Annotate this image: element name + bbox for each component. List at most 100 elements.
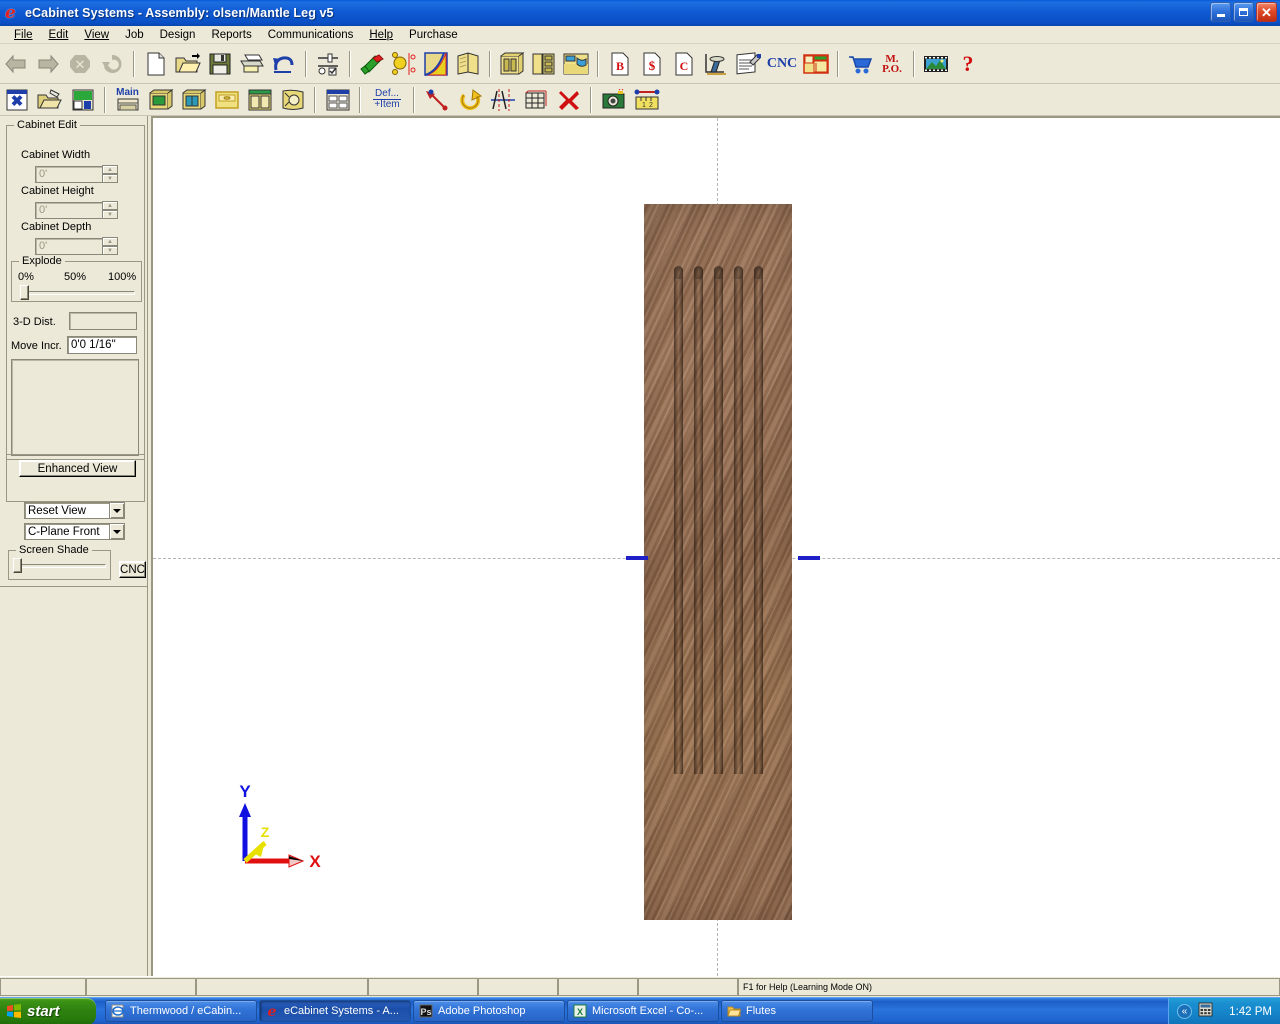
shopping-cart-icon[interactable] [845, 49, 875, 79]
spin-down-icon[interactable]: ▼ [102, 246, 118, 255]
notes-icon[interactable] [733, 49, 763, 79]
cabinet-height-stepper[interactable]: 0' ▲ ▼ [35, 201, 118, 219]
array-grid-icon[interactable] [520, 86, 551, 114]
cost-report-icon[interactable]: $ [637, 49, 667, 79]
cabinet-book-icon[interactable] [453, 49, 483, 79]
cnc-button[interactable]: CNC [119, 561, 146, 578]
refresh-icon[interactable] [97, 49, 127, 79]
countertop-icon[interactable] [561, 49, 591, 79]
print-icon[interactable] [237, 49, 267, 79]
model-viewport[interactable]: Y X Z [151, 116, 1280, 976]
menu-design[interactable]: Design [152, 28, 204, 42]
save-floppy-icon[interactable] [205, 49, 235, 79]
show-hidden-icons-button[interactable]: « [1177, 1004, 1192, 1019]
cabinet-height-spin-buttons[interactable]: ▲ ▼ [102, 201, 118, 219]
mantle-leg-model[interactable] [644, 204, 792, 920]
chevron-down-icon[interactable] [109, 524, 124, 539]
add-cabinet-icon[interactable] [178, 86, 209, 114]
explode-group: Explode 0% 50% 100% [11, 255, 142, 302]
forward-arrow-icon[interactable] [33, 49, 63, 79]
close-button[interactable]: ✕ [1256, 2, 1277, 22]
taskbar-item-ecabinet[interactable]: e eCabinet Systems - A... [259, 1000, 411, 1022]
enhanced-view-button[interactable]: Enhanced View [19, 460, 136, 477]
add-drawer-icon[interactable] [211, 86, 242, 114]
screen-shade-thumb[interactable] [13, 558, 22, 573]
spin-down-icon[interactable]: ▼ [102, 210, 118, 219]
spin-up-icon[interactable]: ▲ [102, 165, 118, 174]
nesting-icon[interactable] [801, 49, 831, 79]
taskbar-item-flutes[interactable]: Flutes [721, 1000, 873, 1022]
dimension-ruler-icon[interactable]: 12 [631, 86, 662, 114]
mirror-icon[interactable] [487, 86, 518, 114]
cabinet-box-icon[interactable] [497, 49, 527, 79]
camera-icon[interactable] [598, 86, 629, 114]
new-assembly-icon[interactable]: ✖ [1, 86, 32, 114]
materials-icon[interactable] [357, 49, 387, 79]
default-item-icon[interactable]: Def... +Item [367, 86, 407, 114]
menu-view[interactable]: View [76, 28, 117, 42]
add-box-icon[interactable] [145, 86, 176, 114]
delete-x-icon[interactable] [553, 86, 584, 114]
customer-report-icon[interactable]: C [669, 49, 699, 79]
save-assembly-icon[interactable] [67, 86, 98, 114]
move-incr-input[interactable]: 0'0 1/16" [67, 336, 137, 354]
menu-reports[interactable]: Reports [203, 28, 259, 42]
back-arrow-icon[interactable] [1, 49, 31, 79]
render-film-icon[interactable] [921, 49, 951, 79]
taskbar-item-thermwood[interactable]: Thermwood / eCabin... [105, 1000, 257, 1022]
menu-job[interactable]: Job [117, 28, 152, 42]
c-plane-dropdown[interactable]: C-Plane Front [24, 523, 125, 540]
cabinet-width-input[interactable]: 0' [35, 165, 102, 183]
cabinet-width-spin-buttons[interactable]: ▲ ▼ [102, 165, 118, 183]
selection-handle-left[interactable] [626, 556, 648, 560]
spin-down-icon[interactable]: ▼ [102, 174, 118, 183]
reset-view-dropdown[interactable]: Reset View [24, 502, 125, 519]
explode-slider-thumb[interactable] [20, 285, 29, 300]
spin-up-icon[interactable]: ▲ [102, 201, 118, 210]
menu-purchase[interactable]: Purchase [401, 28, 466, 42]
parts-list-icon[interactable] [322, 86, 353, 114]
spin-up-icon[interactable]: ▲ [102, 237, 118, 246]
stop-icon[interactable]: ✕ [65, 49, 95, 79]
chevron-down-icon[interactable] [109, 503, 124, 518]
menu-communications[interactable]: Communications [260, 28, 362, 42]
bid-report-icon[interactable]: B [605, 49, 635, 79]
add-shape-icon[interactable] [277, 86, 308, 114]
cabinet-depth-stepper[interactable]: 0' ▲ ▼ [35, 237, 118, 255]
add-door-icon[interactable] [244, 86, 275, 114]
menu-help[interactable]: Help [361, 28, 401, 42]
maximize-button[interactable] [1233, 2, 1254, 22]
taskbar-item-photoshop[interactable]: Ps Adobe Photoshop [413, 1000, 565, 1022]
help-icon[interactable]: ? [953, 49, 983, 79]
assembly-listbox[interactable] [11, 359, 139, 456]
purchase-order-icon[interactable]: M. P.O. [877, 49, 907, 79]
cabinet-depth-spin-buttons[interactable]: ▲ ▼ [102, 237, 118, 255]
selection-handle-right[interactable] [798, 556, 820, 560]
open-assembly-icon[interactable] [34, 86, 65, 114]
axis-gizmo: Y X Z [231, 782, 331, 883]
screen-shade-track[interactable] [14, 564, 106, 568]
cabinet-height-input[interactable]: 0' [35, 201, 102, 219]
minimize-button[interactable] [1210, 2, 1231, 22]
explode-slider-track[interactable] [20, 291, 135, 295]
taskbar-clock[interactable]: 1:42 PM [1229, 1006, 1272, 1018]
menu-edit[interactable]: Edit [41, 28, 77, 42]
molding-profile-icon[interactable] [421, 49, 451, 79]
cabinet-tall-icon[interactable] [529, 49, 559, 79]
start-button[interactable]: start [0, 997, 96, 1024]
settings-sliders-icon[interactable] [313, 49, 343, 79]
move-point-icon[interactable] [421, 86, 452, 114]
hardware-icon[interactable] [389, 49, 419, 79]
measure-icon[interactable] [701, 49, 731, 79]
cnc-icon[interactable]: CNC [765, 49, 799, 79]
cabinet-depth-input[interactable]: 0' [35, 237, 102, 255]
new-document-icon[interactable] [141, 49, 171, 79]
rotate-icon[interactable] [454, 86, 485, 114]
open-folder-icon[interactable] [173, 49, 203, 79]
undo-icon[interactable] [269, 49, 299, 79]
cabinet-width-stepper[interactable]: 0' ▲ ▼ [35, 165, 118, 183]
calculator-tray-icon[interactable] [1198, 1002, 1213, 1022]
main-assembly-icon[interactable]: Main [112, 86, 143, 114]
menu-file[interactable]: File [6, 28, 41, 42]
taskbar-item-excel[interactable]: X Microsoft Excel - Co-... [567, 1000, 719, 1022]
